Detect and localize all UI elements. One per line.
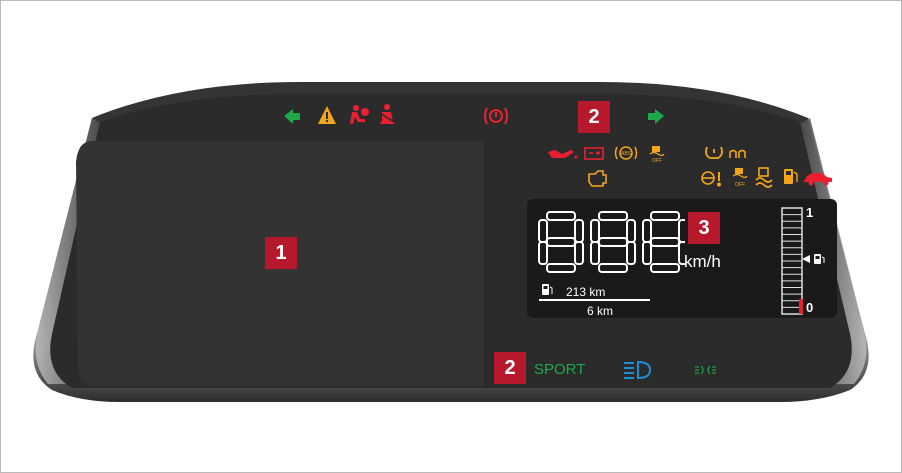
speed-segment	[538, 219, 548, 243]
speed-segment	[598, 237, 628, 247]
fuel-full-label: 1	[806, 205, 814, 220]
instrument-cluster: ABS OFF OFF	[33, 82, 869, 402]
speed-segment	[642, 241, 652, 265]
speed-segment	[626, 219, 636, 243]
speed-segment	[598, 211, 628, 221]
speed-digit	[538, 211, 584, 273]
fuel-range-value: 213 km	[566, 285, 606, 299]
sport-mode-indicator: SPORT	[534, 361, 586, 378]
callout-warning-lights: 2	[578, 101, 610, 133]
speed-segment	[590, 241, 600, 265]
speed-segment	[650, 263, 680, 273]
speed-segment	[574, 219, 584, 243]
speed-segment	[650, 237, 680, 247]
speed-segment	[598, 263, 628, 273]
speed-unit: km/h	[684, 252, 721, 271]
speed-segment	[626, 241, 636, 265]
speed-segment	[546, 237, 576, 247]
svg-text:OFF: OFF	[652, 158, 662, 164]
svg-text:OFF: OFF	[735, 182, 745, 188]
callout-indicator-lights: 2	[494, 352, 526, 384]
fuel-empty-label: 0	[806, 300, 814, 315]
speed-digits	[538, 211, 685, 273]
speed-segment	[546, 211, 576, 221]
speed-segment	[678, 219, 685, 243]
speed-segment	[574, 241, 584, 265]
speed-digit	[642, 211, 685, 273]
speed-digit	[590, 211, 636, 273]
speed-segment	[642, 219, 652, 243]
svg-text:ABS: ABS	[621, 151, 632, 157]
callout-speedometer: 3	[688, 212, 720, 244]
callout-info-display: 1	[265, 237, 297, 269]
trip-distance-value: 6 km	[587, 304, 614, 318]
speed-segment	[546, 263, 576, 273]
speed-segment	[650, 211, 680, 221]
speed-segment	[590, 219, 600, 243]
speed-segment	[538, 241, 548, 265]
